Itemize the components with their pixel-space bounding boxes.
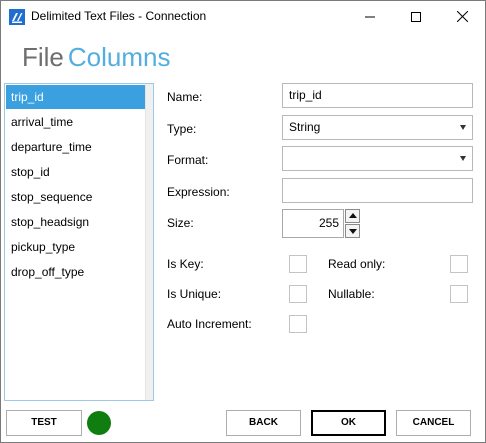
nullable-label: Nullable: — [328, 287, 375, 301]
size-input[interactable]: 255 — [282, 209, 344, 238]
format-label: Format: — [167, 153, 209, 167]
test-button[interactable]: TEST — [6, 410, 82, 436]
close-icon — [456, 11, 468, 22]
column-item-drop-off-type[interactable]: drop_off_type — [6, 260, 145, 284]
columns-list[interactable]: trip_id arrival_time departure_time stop… — [4, 83, 154, 401]
ok-button[interactable]: OK — [311, 410, 386, 436]
name-label: Name: — [167, 90, 203, 104]
column-item-departure-time[interactable]: departure_time — [6, 135, 145, 159]
window-title: Delimited Text Files - Connection — [31, 9, 207, 23]
chevron-down-icon — [460, 156, 466, 161]
is-key-checkbox[interactable] — [289, 255, 307, 273]
cancel-button[interactable]: CANCEL — [396, 410, 471, 436]
type-select[interactable]: String — [282, 115, 473, 140]
column-item-trip-id[interactable]: trip_id — [6, 85, 145, 109]
chevron-down-icon — [460, 125, 466, 130]
caret-down-icon — [349, 229, 357, 234]
column-item-pickup-type[interactable]: pickup_type — [6, 235, 145, 259]
close-button[interactable] — [439, 1, 485, 32]
is-key-label: Is Key: — [167, 257, 204, 271]
name-input[interactable]: trip_id — [282, 83, 473, 108]
column-item-stop-sequence[interactable]: stop_sequence — [6, 185, 145, 209]
page-title-file: File — [22, 42, 64, 72]
auto-increment-checkbox[interactable] — [289, 315, 307, 333]
format-select[interactable] — [282, 146, 473, 171]
connection-dialog: Delimited Text Files - Connection File Co… — [0, 0, 486, 443]
minimize-button[interactable] — [347, 1, 393, 32]
caret-up-icon — [349, 213, 357, 218]
size-decrement-button[interactable] — [345, 224, 360, 238]
column-item-stop-headsign[interactable]: stop_headsign — [6, 210, 145, 234]
maximize-icon — [411, 11, 421, 22]
title-bar: Delimited Text Files - Connection — [1, 1, 485, 32]
connection-status-indicator — [87, 411, 111, 435]
type-select-value: String — [289, 120, 321, 134]
page-title: File Columns — [22, 42, 171, 73]
type-label: Type: — [167, 122, 197, 136]
size-increment-button[interactable] — [345, 209, 360, 223]
app-icon — [9, 9, 25, 25]
column-item-stop-id[interactable]: stop_id — [6, 160, 145, 184]
expression-input[interactable] — [282, 178, 473, 203]
columns-scrollbar[interactable] — [145, 84, 153, 400]
size-label: Size: — [167, 216, 194, 230]
nullable-checkbox[interactable] — [450, 285, 468, 303]
expression-label: Expression: — [167, 185, 230, 199]
page-title-columns: Columns — [67, 42, 171, 72]
back-button[interactable]: BACK — [226, 410, 301, 436]
is-unique-label: Is Unique: — [167, 287, 222, 301]
read-only-checkbox[interactable] — [450, 255, 468, 273]
auto-increment-label: Auto Increment: — [167, 317, 252, 331]
read-only-label: Read only: — [328, 257, 386, 271]
minimize-icon — [365, 16, 375, 17]
maximize-button[interactable] — [393, 1, 439, 32]
column-item-arrival-time[interactable]: arrival_time — [6, 110, 145, 134]
is-unique-checkbox[interactable] — [289, 285, 307, 303]
